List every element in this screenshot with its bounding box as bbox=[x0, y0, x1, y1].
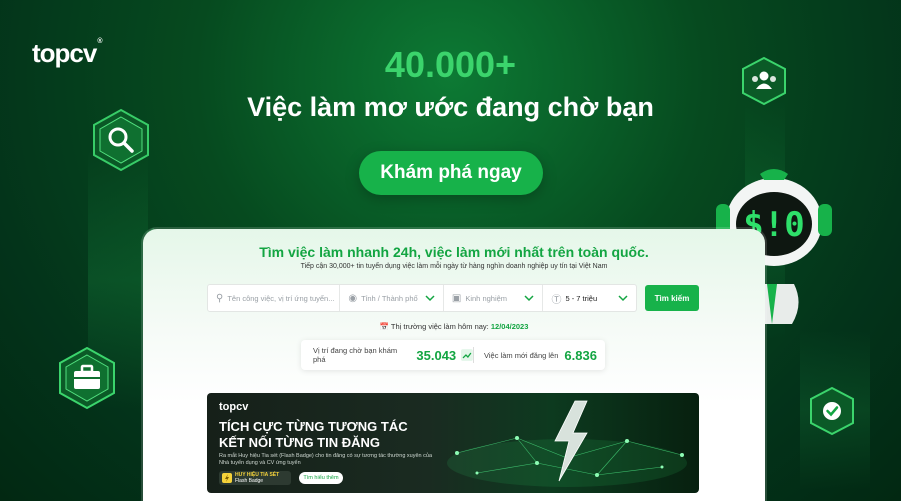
explore-now-button[interactable]: Khám phá ngay bbox=[359, 151, 543, 195]
keyword-input[interactable]: ⚲ Tên công việc, vị trí ứng tuyển... bbox=[208, 285, 339, 311]
learn-more-button[interactable]: Tìm hiểu thêm bbox=[299, 472, 343, 484]
flash-badge-chip: HUY HIỆU TIA SÉT Flash Badge bbox=[219, 471, 291, 485]
jobs-waiting-stat: Vị trí đang chờ bạn khám phá 35.043 bbox=[301, 346, 473, 364]
panel-subtitle: Tiếp cận 30,000+ tin tuyển dụng việc làm… bbox=[300, 263, 608, 270]
salary-select[interactable]: Ⓣ 5 - 7 triệu bbox=[542, 285, 636, 311]
panel-title: Tìm việc làm nhanh 24h, việc làm mới nhấ… bbox=[259, 244, 649, 260]
banner-headline-2: KẾT NỐI TỪNG TIN ĐĂNG bbox=[219, 435, 381, 450]
market-today: 📅 Thị trường việc làm hôm nay: 12/04/202… bbox=[379, 322, 529, 331]
calendar-icon: 📅 bbox=[379, 322, 389, 331]
experience-select[interactable]: ▣ Kinh nghiệm bbox=[442, 285, 543, 311]
search-button[interactable]: Tìm kiếm bbox=[645, 285, 699, 311]
briefcase-small-icon: ▣ bbox=[451, 292, 462, 304]
flash-badge-banner[interactable]: topcv TÍCH CỰC TỪNG TƯƠNG TÁC KẾT NỐI TỪ… bbox=[207, 393, 699, 493]
job-stats-card: Vị trí đang chờ bạn khám phá 35.043 Việc… bbox=[301, 340, 605, 370]
banner-description: Ra mắt Huy hiệu Tia sét (Flash Badge) ch… bbox=[219, 453, 433, 466]
search-icon bbox=[93, 108, 149, 172]
briefcase-icon bbox=[59, 346, 115, 410]
flash-badge-icon bbox=[222, 473, 232, 483]
search-bar: ⚲ Tên công việc, vị trí ứng tuyển... ◉ T… bbox=[207, 284, 637, 312]
users-icon bbox=[742, 56, 786, 106]
chevron-down-icon bbox=[425, 295, 435, 302]
new-jobs-stat: Việc làm mới đăng lên 6.836 bbox=[484, 347, 597, 363]
location-pin-icon: ◉ bbox=[348, 292, 358, 304]
banner-headline-1: TÍCH CỰC TỪNG TƯƠNG TÁC bbox=[219, 419, 408, 434]
chevron-down-icon bbox=[524, 295, 534, 302]
dollar-icon: Ⓣ bbox=[551, 294, 562, 306]
banner-logo: topcv bbox=[219, 401, 249, 413]
chevron-down-icon bbox=[618, 295, 628, 302]
banner-network-graphic bbox=[447, 400, 687, 487]
check-badge-icon bbox=[810, 386, 854, 436]
trend-up-icon bbox=[461, 349, 473, 361]
location-select[interactable]: ◉ Tỉnh / Thành phố bbox=[339, 285, 443, 311]
job-search-panel: Tìm việc làm nhanh 24h, việc làm mới nhấ… bbox=[143, 229, 765, 501]
search-input-icon: ⚲ bbox=[216, 292, 224, 304]
